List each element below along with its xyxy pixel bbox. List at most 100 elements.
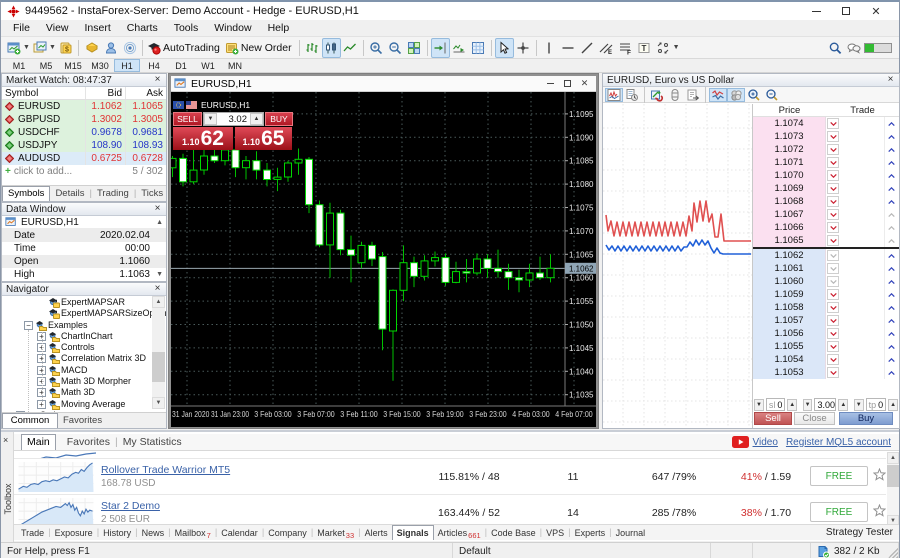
toolbox-tab-mailbox[interactable]: Mailbox7	[171, 527, 215, 539]
scrollbar-thumb[interactable]	[152, 352, 165, 382]
ladder-trade-cell[interactable]	[839, 130, 885, 143]
signal-button[interactable]	[120, 38, 139, 58]
ladder-trade-cell[interactable]	[839, 169, 885, 182]
column-bid[interactable]: Bid	[86, 87, 126, 99]
toolbox-tab-trade[interactable]: Trade	[17, 527, 48, 539]
star-icon[interactable]	[873, 504, 886, 517]
dom-header[interactable]: EURUSD, Euro vs US Dollar ×	[603, 74, 899, 87]
dom-ticklines-button[interactable]	[709, 88, 727, 102]
new-chart-button[interactable]	[4, 38, 23, 58]
chart-grid-button[interactable]	[469, 38, 488, 58]
close-icon[interactable]: ×	[153, 205, 162, 214]
cursor-button[interactable]	[495, 38, 514, 58]
stop-loss-decrease-button[interactable]: ▼	[754, 399, 764, 411]
navigator-item-expertmapsar[interactable]: ExpertMAPSAR	[2, 296, 166, 307]
navigator-item-controls[interactable]: +Controls	[2, 341, 166, 352]
buy-limit-button[interactable]	[885, 302, 898, 313]
market-watch-tab-trading[interactable]: Trading	[92, 187, 134, 201]
line-chart-button[interactable]	[341, 38, 360, 58]
ladder-trade-cell[interactable]	[839, 208, 885, 221]
ladder-trade-cell[interactable]	[839, 182, 885, 195]
sell-limit-button[interactable]	[827, 250, 839, 261]
buy-price-button[interactable]: 1.10 65	[235, 127, 292, 150]
click-to-add[interactable]: +click to add...	[2, 165, 86, 178]
ladder-trade-cell[interactable]	[839, 353, 885, 366]
toolbox-tab-calendar[interactable]: Calendar	[217, 527, 262, 539]
sell-limit-button[interactable]	[827, 118, 839, 129]
dom-capsule-button[interactable]	[666, 88, 684, 102]
auto-scroll-button[interactable]	[450, 38, 469, 58]
register-mql5-link[interactable]: Register MQL5 account	[786, 437, 891, 448]
dom-close-button[interactable]: Close	[794, 412, 835, 425]
sell-limit-button[interactable]	[827, 157, 839, 168]
toolbox-tab-news[interactable]: News	[138, 527, 169, 539]
sell-limit-button[interactable]	[827, 170, 839, 181]
toolbox-tab-company[interactable]: Company	[264, 527, 311, 539]
person-button[interactable]	[101, 38, 120, 58]
menu-file[interactable]: File	[5, 21, 38, 35]
resize-grip[interactable]	[888, 548, 898, 558]
column-symbol[interactable]: Symbol	[2, 87, 86, 99]
data-window-header[interactable]: Data Window ×	[2, 203, 166, 216]
vline-button[interactable]	[540, 38, 559, 58]
navigator-item-examples[interactable]: −Examples	[2, 319, 166, 330]
signal-row[interactable]: Rollover Trade Warrior MT5 168.78 USD 11…	[14, 459, 886, 495]
market-watch-tab-details[interactable]: Details	[50, 187, 89, 201]
crosshair-button[interactable]	[514, 38, 533, 58]
timeframe-m1[interactable]: M1	[6, 59, 32, 72]
close-icon[interactable]: ×	[153, 285, 162, 294]
sell-limit-button[interactable]	[827, 328, 839, 339]
text-label-button[interactable]: T	[635, 38, 654, 58]
chat-button[interactable]	[844, 38, 863, 58]
sell-limit-button[interactable]	[827, 289, 839, 300]
toolbox-tab-history[interactable]: History	[99, 527, 135, 539]
buy-limit-button[interactable]	[885, 209, 898, 220]
sell-limit-button[interactable]	[827, 367, 839, 378]
market-watch-row-usdjpy[interactable]: USDJPY 108.90 108.93	[2, 139, 166, 152]
video-link[interactable]: Video	[753, 437, 778, 448]
minimize-button[interactable]	[801, 2, 831, 20]
scroll-up-icon[interactable]: ▲	[156, 219, 163, 226]
sell-limit-button[interactable]	[827, 144, 839, 155]
buy-limit-button[interactable]	[885, 222, 898, 233]
market-watch-tab-symbols[interactable]: Symbols	[2, 186, 50, 201]
ladder-trade-cell[interactable]	[839, 262, 885, 275]
volume-increase-button[interactable]: ▲	[838, 399, 848, 411]
navigator-item-moving-average[interactable]: +Moving Average	[2, 398, 166, 409]
buy-limit-button[interactable]	[885, 250, 898, 261]
sell-price-button[interactable]: 1.10 62	[173, 127, 233, 150]
take-profit-increase-button[interactable]: ▲	[888, 399, 898, 411]
buy-button[interactable]: BUY	[265, 112, 293, 126]
volume-increase-button[interactable]: ▲	[250, 113, 263, 125]
sell-button[interactable]: SELL	[173, 112, 202, 126]
toolbox-tab-vps[interactable]: VPS	[542, 527, 568, 539]
ladder-trade-cell[interactable]	[839, 195, 885, 208]
bars-chart-button[interactable]	[303, 38, 322, 58]
timeframe-m30[interactable]: M30	[87, 59, 113, 72]
chart-area[interactable]: 1.10951.10901.10851.10801.10751.10701.10…	[171, 92, 596, 427]
market-watch-row-usdchf[interactable]: USDCHF 0.9678 0.9681	[2, 126, 166, 139]
timeframe-d1[interactable]: D1	[168, 59, 194, 72]
volume-field[interactable]: 3.00	[814, 398, 836, 411]
navigator-scrollbar[interactable]: ▲ ▼	[152, 296, 165, 409]
chart-shift-button[interactable]	[431, 38, 450, 58]
navigator-header[interactable]: Navigator ×	[2, 283, 166, 296]
chart-maximize-button[interactable]	[559, 77, 576, 90]
fibonacci-button[interactable]: F	[616, 38, 635, 58]
sell-limit-button[interactable]	[827, 183, 839, 194]
toolbox-tab-code-base[interactable]: Code Base	[487, 527, 540, 539]
timeframe-m15[interactable]: M15	[60, 59, 86, 72]
ladder-trade-cell[interactable]	[839, 156, 885, 169]
market-watch-row-gbpusd[interactable]: GBPUSD 1.3002 1.3005	[2, 113, 166, 126]
wallet-button[interactable]	[82, 38, 101, 58]
toolbox-tab-alerts[interactable]: Alerts	[361, 527, 392, 539]
menu-help[interactable]: Help	[260, 21, 298, 35]
scroll-down-icon[interactable]: ▼	[156, 271, 163, 278]
buy-limit-button[interactable]	[885, 263, 898, 274]
search-button[interactable]	[825, 38, 844, 58]
zoom-in-button[interactable]	[367, 38, 386, 58]
stop-loss-field[interactable]: sl0	[766, 398, 786, 411]
menu-insert[interactable]: Insert	[77, 21, 119, 35]
navigator-item-macd[interactable]: +MACD	[2, 364, 166, 375]
ladder-trade-cell[interactable]	[839, 314, 885, 327]
